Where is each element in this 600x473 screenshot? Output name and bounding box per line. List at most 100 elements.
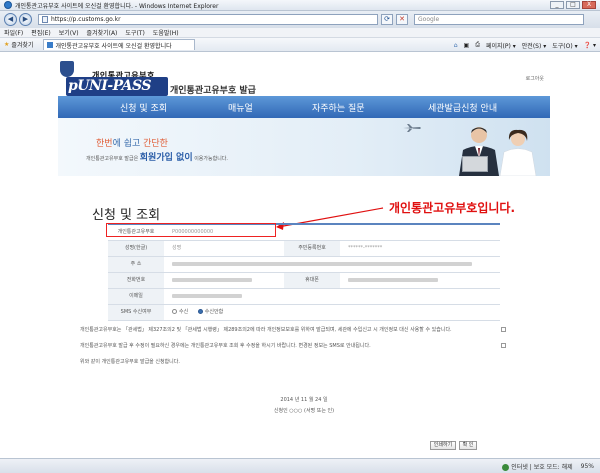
form-row-name: 성명(한글) 성명 주민등록번호 ******-******* xyxy=(108,241,500,257)
favorites-label[interactable]: 즐겨찾기 xyxy=(11,40,33,49)
url-field[interactable]: https://p.customs.go.kr xyxy=(38,14,378,25)
rss-icon[interactable]: ▣ xyxy=(464,42,470,49)
mobile-label: 휴대폰 xyxy=(284,273,340,288)
site-header: 개인통관고유부호 pUNI-PASS 개인통관고유부호 발급 로그아웃 xyxy=(58,53,550,96)
back-button[interactable]: ◀ xyxy=(4,13,17,26)
menu-bar: 파일(F) 편집(E) 보기(V) 즐겨찾기(A) 도구(T) 도움말(H) xyxy=(0,28,600,38)
menu-help[interactable]: 도움말(H) xyxy=(153,28,179,37)
application-form: 개인통관고유부호 P000000000000 성명(한글) 성명 주민등록번호 … xyxy=(108,223,500,321)
mobile-redacted xyxy=(348,277,438,282)
sms-yes-radio[interactable] xyxy=(172,309,177,314)
sms-no-radio[interactable] xyxy=(197,309,203,314)
form-row-sms: SMS 수신여부 수신 수신안함 xyxy=(108,305,500,321)
banner-headline-b: 에 쉽고 xyxy=(112,139,144,149)
tab-favicon xyxy=(47,42,54,48)
status-bar: 인터넷 | 보호 모드: 해제 95% xyxy=(0,458,600,473)
unipass-logo[interactable]: pUNI-PASS xyxy=(66,79,168,94)
logo-subtitle: 개인통관고유부호 발급 xyxy=(170,86,256,96)
url-text: https://p.customs.go.kr xyxy=(51,16,121,23)
section-title: 신청 및 조회 xyxy=(92,208,161,223)
main-nav: 신청 및 조회 매뉴얼 자주하는 질문 세관발급신청 안내 xyxy=(58,96,550,118)
notice-text-1: 개인통관고유부호는 「관세법」 제327조의2 및 「관세법 시행령」 제289… xyxy=(80,327,452,333)
banner-headline-a: 한번 xyxy=(96,139,113,149)
notice-item: 개인통관고유부호 발급 후 수정이 필요하신 경우에는 개인통관고유부호 조회 … xyxy=(80,343,506,350)
airplane-icon xyxy=(403,124,421,132)
print-button[interactable]: 인쇄하기 xyxy=(430,441,456,450)
annotation-callout: 개인통관고유부호입니다. xyxy=(389,201,515,215)
browser-tab[interactable]: 개인통관고유부호 사이트에 오신걸 환영합니다 xyxy=(43,39,196,50)
status-right: 인터넷 | 보호 모드: 해제 95% xyxy=(502,462,594,471)
banner-subline-b: 회원가입 없이 xyxy=(139,153,193,163)
command-bar: ⌂ ▣ ⎙ 페이지(P) ▾ 안전(S) ▾ 도구(O) ▾ ❓ ▾ xyxy=(454,38,596,52)
command-safety[interactable]: 안전(S) ▾ xyxy=(522,41,546,50)
mobile-value xyxy=(340,273,500,288)
globe-icon xyxy=(502,464,510,471)
phone-redacted xyxy=(172,277,252,282)
form-row-phone: 전화번호 휴대폰 xyxy=(108,273,500,289)
banner-subline-c: 이용가능합니다. xyxy=(192,156,228,162)
notice-checkbox[interactable] xyxy=(501,327,506,332)
laptop-image xyxy=(462,156,488,172)
notice-checkbox[interactable] xyxy=(501,343,506,348)
address-label: 주 소 xyxy=(108,257,164,272)
page-icon xyxy=(42,16,48,23)
address-bar: ◀ ▶ https://p.customs.go.kr ⟳ ✕ Google xyxy=(0,11,600,28)
sms-label: SMS 수신여부 xyxy=(108,305,164,320)
nav-manual[interactable]: 매뉴얼 xyxy=(228,101,253,114)
minimize-button[interactable]: _ xyxy=(550,1,564,9)
internet-zone-text: 인터넷 | 보호 모드: 해제 xyxy=(511,464,573,471)
nav-faq[interactable]: 자주하는 질문 xyxy=(312,101,365,114)
menu-file[interactable]: 파일(F) xyxy=(4,28,23,37)
nav-apply-inquiry[interactable]: 신청 및 조회 xyxy=(120,101,167,114)
notice-list: 개인통관고유부호는 「관세법」 제327조의2 및 「관세법 시행령」 제289… xyxy=(80,327,506,375)
email-redacted xyxy=(172,293,242,298)
command-tools[interactable]: 도구(O) ▾ xyxy=(552,41,577,50)
tab-title: 개인통관고유부호 사이트에 오신걸 환영합니다 xyxy=(55,42,172,50)
ie-icon xyxy=(4,1,12,9)
banner-headline: 한번에 쉽고 간단한 xyxy=(96,136,168,149)
hero-banner: 한번에 쉽고 간단한 개인통관고유부호 발급은 회원가입 없이 이용가능합니다. xyxy=(58,118,550,176)
search-input[interactable]: Google xyxy=(414,14,584,25)
command-page[interactable]: 페이지(P) ▾ xyxy=(486,41,516,50)
customs-code-highlight xyxy=(106,223,276,237)
menu-favorites[interactable]: 즐겨찾기(A) xyxy=(87,28,118,37)
favorites-star-icon[interactable]: ★ xyxy=(4,41,9,48)
window-titlebar: 개인통관고유부호 사이트에 오신걸 환영합니다. - Windows Inter… xyxy=(0,0,600,11)
window-controls: _ □ X xyxy=(550,1,596,9)
maximize-button[interactable]: □ xyxy=(566,1,580,9)
menu-tools[interactable]: 도구(T) xyxy=(125,28,144,37)
notice-text-3: 위와 같이 개인통관고유부호 발급을 신청합니다. xyxy=(80,359,180,365)
sms-yes-label: 수신 xyxy=(179,309,189,315)
phone-label: 전화번호 xyxy=(108,273,164,288)
notice-item: 개인통관고유부호는 「관세법」 제327조의2 및 「관세법 시행령」 제289… xyxy=(80,327,506,334)
menu-view[interactable]: 보기(V) xyxy=(59,28,79,37)
confirm-button[interactable]: 확 인 xyxy=(459,441,477,450)
home-icon[interactable]: ⌂ xyxy=(454,42,458,49)
application-date: 2014 년 11 월 24 일 xyxy=(280,397,328,403)
address-tools: ⟳ ✕ xyxy=(381,14,408,25)
nav-customs-guide[interactable]: 세관발급신청 안내 xyxy=(428,101,497,114)
zoom-level[interactable]: 95% xyxy=(581,463,594,470)
print-icon[interactable]: ⎙ xyxy=(475,41,480,49)
banner-subline-a: 개인통관고유부호 발급은 xyxy=(86,156,140,162)
notice-text-2: 개인통관고유부호 발급 후 수정이 필요하신 경우에는 개인통관고유부호 조회 … xyxy=(80,343,371,349)
address-redacted xyxy=(172,261,472,266)
menu-edit[interactable]: 편집(E) xyxy=(31,28,51,37)
form-row-address: 주 소 xyxy=(108,257,500,273)
businesswoman-image xyxy=(499,129,537,176)
favorites-bar: ★ 즐겨찾기 개인통관고유부호 사이트에 오신걸 환영합니다 ⌂ ▣ ⎙ 페이지… xyxy=(0,38,600,52)
resident-number-label: 주민등록번호 xyxy=(284,241,340,256)
logout-link[interactable]: 로그아웃 xyxy=(526,75,544,82)
window-title: 개인통관고유부호 사이트에 오신걸 환영합니다. - Windows Inter… xyxy=(15,2,219,10)
forward-button[interactable]: ▶ xyxy=(19,13,32,26)
form-row-email: 이메일 xyxy=(108,289,500,305)
web-page: 개인통관고유부호 pUNI-PASS 개인통관고유부호 발급 로그아웃 신청 및… xyxy=(58,53,550,458)
name-label: 성명(한글) xyxy=(108,241,164,256)
stop-icon[interactable]: ✕ xyxy=(396,14,408,25)
banner-subline: 개인통관고유부호 발급은 회원가입 없이 이용가능합니다. xyxy=(86,150,228,163)
applicant-signature: 신청인 ○○○ (서명 또는 인) xyxy=(273,408,335,414)
refresh-icon[interactable]: ⟳ xyxy=(381,14,393,25)
command-help[interactable]: ❓ ▾ xyxy=(584,42,596,49)
email-value xyxy=(164,289,500,304)
close-button[interactable]: X xyxy=(582,1,596,9)
